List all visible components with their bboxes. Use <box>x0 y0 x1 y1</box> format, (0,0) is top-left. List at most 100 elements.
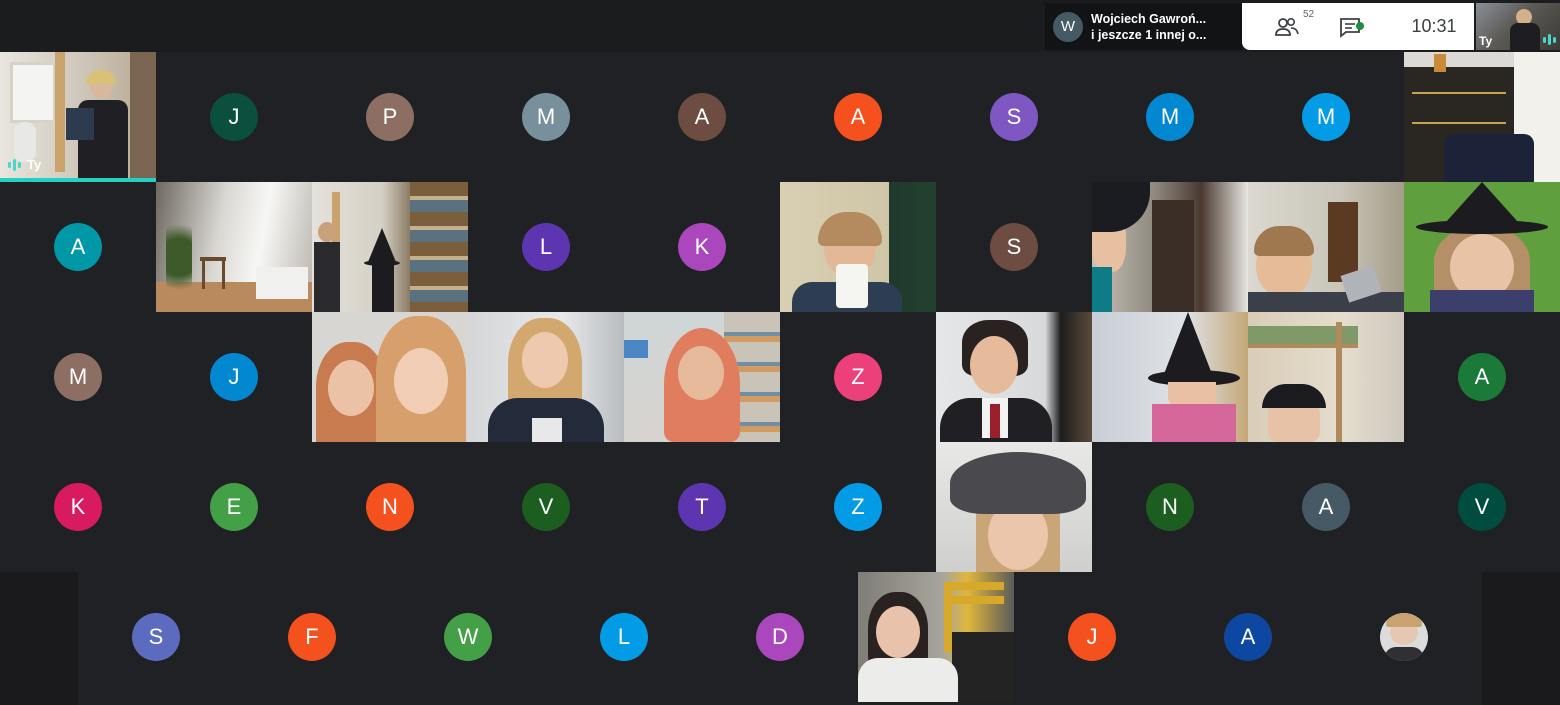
participant-avatar: A <box>54 223 102 271</box>
participant-tile[interactable]: M <box>1092 52 1248 182</box>
participant-tile[interactable]: K <box>624 182 780 312</box>
participant-tile[interactable]: L <box>468 182 624 312</box>
chat-icon <box>1339 16 1364 38</box>
participant-tile[interactable]: V <box>468 442 624 572</box>
participant-avatar: Z <box>834 483 882 531</box>
participant-avatar: L <box>600 613 648 661</box>
presenter-chip[interactable]: W Wojciech Gawroń... i jeszcze 1 innej o… <box>1045 3 1242 50</box>
participant-tile[interactable]: M <box>1248 52 1404 182</box>
participant-tile[interactable]: S <box>78 572 234 702</box>
participant-avatar: A <box>1302 483 1350 531</box>
presenter-name: Wojciech Gawroń... <box>1091 11 1207 26</box>
participant-tile[interactable]: A <box>780 52 936 182</box>
participant-avatar: Z <box>834 353 882 401</box>
participant-video <box>1404 52 1560 182</box>
people-count: 52 <box>1303 8 1315 20</box>
participant-tile[interactable] <box>1248 312 1404 442</box>
row-filler-right <box>1482 572 1560 705</box>
self-preview[interactable]: Ty <box>1476 3 1560 50</box>
mic-active-icon <box>8 158 21 171</box>
participant-video <box>1092 182 1248 312</box>
participant-tile[interactable]: A <box>1170 572 1326 702</box>
participant-tile[interactable]: M <box>0 312 156 442</box>
participant-tile[interactable] <box>936 312 1092 442</box>
participant-avatar: V <box>1458 483 1506 531</box>
participant-avatar: A <box>834 93 882 141</box>
participant-tile[interactable]: T <box>624 442 780 572</box>
participant-name: Ty <box>27 157 42 172</box>
participant-video <box>858 572 1014 702</box>
participant-tile[interactable]: L <box>546 572 702 702</box>
clock-time: 10:31 <box>1411 16 1457 36</box>
participant-tile[interactable]: J <box>156 52 312 182</box>
participant-tile[interactable] <box>858 572 1014 702</box>
participant-tile[interactable]: W <box>390 572 546 702</box>
participant-tile[interactable]: S <box>936 182 1092 312</box>
participant-avatar: F <box>288 613 336 661</box>
participant-tile[interactable] <box>1248 182 1404 312</box>
people-button[interactable]: 52 <box>1262 3 1315 50</box>
participant-video <box>468 312 624 442</box>
participant-tile[interactable]: Z <box>780 442 936 572</box>
participant-tile[interactable]: E <box>156 442 312 572</box>
participant-tile[interactable] <box>780 182 936 312</box>
participant-photo <box>1326 572 1482 702</box>
participant-avatar: V <box>522 483 570 531</box>
participant-tile[interactable] <box>1404 52 1560 182</box>
participant-tile[interactable]: M <box>468 52 624 182</box>
participant-tile[interactable]: A <box>0 182 156 312</box>
participant-avatar: S <box>132 613 180 661</box>
participant-video <box>1404 182 1560 312</box>
participant-tile[interactable]: Ty <box>0 52 156 182</box>
participant-avatar: J <box>210 93 258 141</box>
participant-avatar: A <box>678 93 726 141</box>
participant-tile[interactable]: K <box>0 442 156 572</box>
participant-video <box>312 312 468 442</box>
mic-active-icon <box>1543 34 1556 45</box>
participant-video <box>1248 182 1404 312</box>
participant-tile[interactable]: J <box>156 312 312 442</box>
participant-tile[interactable] <box>1092 312 1248 442</box>
participant-video <box>312 182 468 312</box>
participant-tile[interactable]: D <box>702 572 858 702</box>
participant-tile[interactable] <box>312 312 468 442</box>
participant-tile[interactable] <box>468 312 624 442</box>
participant-tile[interactable]: V <box>1404 442 1560 572</box>
participant-avatar: N <box>366 483 414 531</box>
participant-video <box>156 182 312 312</box>
self-preview-label: Ty <box>1479 34 1493 48</box>
participant-tile[interactable]: A <box>624 52 780 182</box>
participant-tile[interactable]: J <box>1014 572 1170 702</box>
participant-avatar: S <box>990 93 1038 141</box>
participant-tile[interactable] <box>1326 572 1482 702</box>
participant-avatar: M <box>54 353 102 401</box>
participant-tile[interactable] <box>1404 182 1560 312</box>
participant-name-tag: Ty <box>8 157 41 172</box>
participant-tile[interactable]: N <box>312 442 468 572</box>
participant-tile[interactable] <box>312 182 468 312</box>
participant-avatar: K <box>678 223 726 271</box>
participant-video <box>1092 312 1248 442</box>
participant-video <box>1248 312 1404 442</box>
participant-tile[interactable]: A <box>1248 442 1404 572</box>
participant-tile[interactable] <box>936 442 1092 572</box>
participant-tile[interactable] <box>1092 182 1248 312</box>
presenter-text: Wojciech Gawroń... i jeszcze 1 innej o..… <box>1091 11 1236 43</box>
participant-avatar: E <box>210 483 258 531</box>
participant-tile[interactable]: F <box>234 572 390 702</box>
participant-tile[interactable]: P <box>312 52 468 182</box>
participant-tile[interactable]: A <box>1404 312 1560 442</box>
row-filler-left <box>0 572 78 705</box>
participant-avatar: J <box>1068 613 1116 661</box>
participant-tile[interactable] <box>156 182 312 312</box>
participant-avatar: S <box>990 223 1038 271</box>
participant-tile[interactable] <box>624 312 780 442</box>
presenter-avatar: W <box>1053 11 1083 42</box>
participant-avatar: W <box>444 613 492 661</box>
participant-tile[interactable]: Z <box>780 312 936 442</box>
participant-tile[interactable]: N <box>1092 442 1248 572</box>
participant-tile[interactable]: S <box>936 52 1092 182</box>
participant-avatar: A <box>1458 353 1506 401</box>
participant-avatar: M <box>1146 93 1194 141</box>
chat-button[interactable] <box>1336 3 1366 50</box>
